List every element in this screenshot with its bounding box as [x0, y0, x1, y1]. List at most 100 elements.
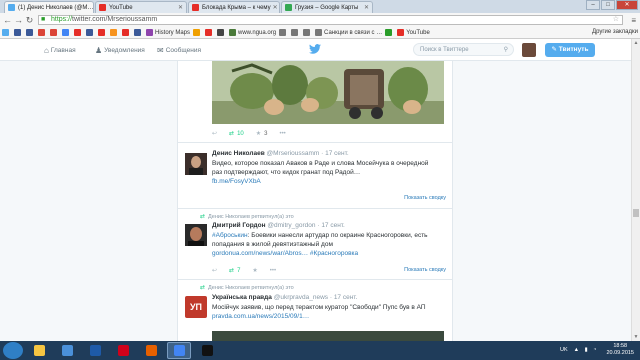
other-bookmarks-folder[interactable]: Другие закладки: [592, 29, 638, 35]
language-indicator[interactable]: UK: [560, 347, 568, 353]
bookmark-item[interactable]: [14, 29, 23, 36]
bookmark-item[interactable]: [205, 29, 214, 36]
taskbar-app-button[interactable]: [27, 342, 51, 359]
author-name[interactable]: Дмитрий Гордон: [212, 222, 266, 229]
avatar[interactable]: [185, 153, 207, 175]
close-tab-icon[interactable]: ✕: [362, 4, 369, 11]
tab-youtube[interactable]: YouTube ✕: [95, 1, 187, 13]
bookmark-item[interactable]: [385, 29, 394, 36]
twitter-bird-icon[interactable]: [309, 44, 321, 54]
search-input[interactable]: Поиск в Твиттере ⚲: [413, 43, 514, 56]
retweet-icon[interactable]: ⇄: [229, 130, 234, 137]
bookmark-item[interactable]: [303, 29, 312, 36]
bookmark-item[interactable]: YouTube: [397, 29, 430, 36]
taskbar-app-button[interactable]: [111, 342, 135, 359]
tray-icons[interactable]: ▲ ▮ ◔: [574, 347, 599, 353]
page-scrollbar[interactable]: ▲ ▼: [631, 39, 640, 341]
show-summary-link[interactable]: Показать сводку: [404, 267, 446, 273]
nav-messages[interactable]: ✉ Сообщения: [157, 46, 201, 55]
nav-notifications[interactable]: ♟ Уведомления: [95, 46, 145, 55]
close-window-button[interactable]: ✕: [616, 0, 638, 10]
forward-arrow-icon[interactable]: →: [13, 15, 24, 25]
retweeted-by-text[interactable]: Денис Николаев ретвитнул(а) это: [208, 285, 294, 291]
more-icon[interactable]: •••: [279, 131, 285, 137]
tab-google-maps[interactable]: Грузия – Google Карты ✕: [281, 1, 373, 13]
avatar[interactable]: УП: [185, 296, 207, 318]
bookmark-item[interactable]: [26, 29, 35, 36]
bookmark-item[interactable]: [110, 29, 119, 36]
avatar[interactable]: [522, 43, 536, 57]
tweet-time[interactable]: · 17 сент.: [321, 150, 349, 157]
author-handle[interactable]: @dmitry_gordon: [267, 222, 315, 229]
bookmark-item[interactable]: [217, 29, 226, 36]
bookmark-item[interactable]: [193, 29, 202, 36]
taskbar-app-button[interactable]: [139, 342, 163, 359]
minimize-button[interactable]: –: [586, 0, 600, 10]
bookmark-item[interactable]: [74, 29, 83, 36]
tweet-media-image[interactable]: [212, 61, 444, 124]
reply-icon[interactable]: ↩: [212, 130, 217, 137]
tweet-link[interactable]: gordonua.com/news/war/Abros…: [212, 250, 308, 257]
tweet-author[interactable]: Денис Николаев @Mrserioussamm · 17 сент.: [212, 150, 349, 157]
tab-blokada[interactable]: Блокада Крыма – к чему ✕: [188, 1, 280, 13]
clock[interactable]: 18:58 20.09.2015: [606, 343, 634, 357]
tweet-time[interactable]: · 17 сент.: [317, 222, 345, 229]
author-handle[interactable]: @Mrserioussamm: [267, 150, 320, 157]
taskbar-app-button[interactable]: [167, 342, 191, 359]
more-icon[interactable]: •••: [270, 268, 276, 274]
bookmark-item[interactable]: Санкции в связи с …: [315, 29, 382, 36]
close-tab-icon[interactable]: ✕: [271, 4, 278, 11]
bookmark-item[interactable]: [62, 29, 71, 36]
scroll-thumb[interactable]: [633, 209, 639, 217]
author-name[interactable]: Денис Николаев: [212, 150, 265, 157]
bookmark-item[interactable]: [50, 29, 59, 36]
tweet-author[interactable]: Українська правда @ukrpravda_news · 17 с…: [212, 294, 357, 301]
scroll-down-icon[interactable]: ▼: [633, 334, 639, 340]
bookmark-favicon-icon: [74, 29, 81, 36]
start-button[interactable]: [3, 342, 23, 359]
bookmark-star-icon[interactable]: ☆: [613, 16, 619, 24]
close-tab-icon[interactable]: ✕: [176, 4, 183, 11]
tweet-button[interactable]: ✎ Твитнуть: [545, 43, 595, 57]
taskbar-app-button[interactable]: [55, 342, 79, 359]
tweet-time[interactable]: · 17 сент.: [330, 294, 358, 301]
taskbar-app-button[interactable]: [195, 342, 219, 359]
hashtag-link[interactable]: #Красногоровка: [310, 250, 358, 257]
scroll-up-icon[interactable]: ▲: [633, 40, 639, 46]
tweet-actions: ↩ ⇄ 10 ★ 3 •••: [212, 130, 298, 138]
retweet-icon[interactable]: ⇄: [229, 267, 234, 274]
author-name[interactable]: Українська правда: [212, 294, 272, 301]
bookmark-item[interactable]: [98, 29, 107, 36]
bookmark-item[interactable]: [86, 29, 95, 36]
favorite-icon[interactable]: ★: [256, 130, 261, 137]
tweet-media-image[interactable]: [212, 331, 444, 341]
show-summary-link[interactable]: Показать сводку: [404, 195, 446, 201]
nav-home[interactable]: ⌂ Главная: [44, 46, 76, 55]
tweet-link[interactable]: pravda.com.ua/news/2015/09/1…: [212, 313, 309, 320]
hashtag-link[interactable]: #Аброськин: [212, 232, 248, 239]
bookmark-item[interactable]: [122, 29, 131, 36]
taskbar-app-button[interactable]: [83, 342, 107, 359]
bookmark-item[interactable]: [38, 29, 47, 36]
bookmark-item[interactable]: History Maps: [146, 29, 190, 36]
bookmark-item[interactable]: [279, 29, 288, 36]
author-handle[interactable]: @ukrpravda_news: [274, 294, 328, 301]
address-bar[interactable]: ■ https://twitter.com/Mrserioussamm ☆: [38, 15, 623, 25]
favorite-icon[interactable]: ★: [252, 267, 257, 274]
tab-twitter[interactable]: (1) Денис Николаев (@M… ✕: [4, 1, 94, 13]
search-icon[interactable]: ⚲: [504, 46, 508, 53]
tweet-link[interactable]: fb.me/FosyVXbA: [212, 178, 261, 185]
bookmark-item[interactable]: www.ngua.org: [229, 29, 276, 36]
bookmark-item[interactable]: [134, 29, 143, 36]
retweeted-by-text[interactable]: Денис Николаев ретвитнул(а) это: [208, 214, 294, 220]
tweet-author[interactable]: Дмитрий Гордон @dmitry_gordon · 17 сент.: [212, 222, 345, 229]
avatar[interactable]: [185, 224, 207, 246]
back-arrow-icon[interactable]: ←: [2, 15, 13, 25]
maximize-button[interactable]: □: [601, 0, 615, 10]
menu-icon[interactable]: ≡: [631, 16, 636, 25]
close-tab-icon[interactable]: ✕: [93, 4, 94, 11]
reply-icon[interactable]: ↩: [212, 267, 217, 274]
bookmark-item[interactable]: [291, 29, 300, 36]
bookmark-item[interactable]: [2, 29, 11, 36]
reload-icon[interactable]: ↻: [24, 15, 35, 26]
